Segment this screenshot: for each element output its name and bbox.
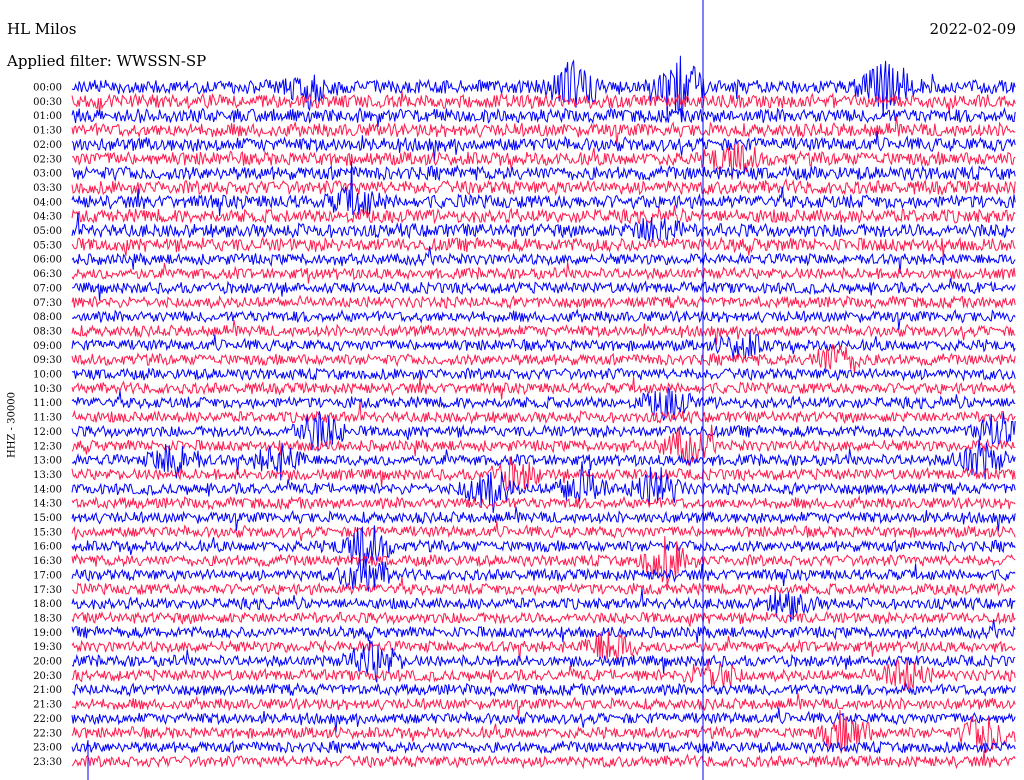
time-tick-0800: 08:00: [33, 312, 62, 323]
trace-row-0300: [71, 164, 1016, 182]
time-tick-1330: 13:30: [33, 470, 62, 481]
trace-row-1500: [71, 506, 1016, 532]
trace-row-1900: [71, 619, 1016, 643]
time-tick-0530: 05:30: [33, 240, 62, 251]
time-tick-0100: 01:00: [33, 111, 62, 122]
time-tick-2100: 21:00: [33, 685, 62, 696]
time-tick-1030: 10:30: [33, 384, 62, 395]
trace-row-1600: [71, 525, 1016, 569]
time-tick-1630: 16:30: [33, 556, 62, 567]
time-tick-1530: 15:30: [33, 527, 62, 538]
time-tick-1700: 17:00: [33, 570, 62, 581]
trace-row-0730: [71, 294, 1016, 310]
seismogram-plot: 00:00 00:30 01:00 01:30 02:00 02:30 03:00 03:30…: [33, 0, 1016, 780]
trace-row-0800: [71, 308, 1016, 330]
trace-row-0430: [71, 205, 1016, 225]
trace-row-1000: [71, 367, 1016, 382]
trace-row-1030: [71, 377, 1016, 400]
time-tick-2300: 23:00: [33, 743, 62, 754]
time-tick-1730: 17:30: [33, 585, 62, 596]
time-tick-1230: 12:30: [33, 441, 62, 452]
time-tick-1500: 15:00: [33, 513, 62, 524]
time-tick-0830: 08:30: [33, 326, 62, 337]
time-tick-0930: 09:30: [33, 355, 62, 366]
trace-row-1830: [71, 610, 1016, 627]
time-tick-0600: 06:00: [33, 255, 62, 266]
time-tick-0900: 09:00: [33, 341, 62, 352]
time-tick-1130: 11:30: [33, 413, 62, 424]
time-tick-1200: 12:00: [33, 427, 62, 438]
time-tick-0000: 00:00: [33, 83, 62, 94]
trace-row-2200: [71, 707, 1016, 733]
time-tick-1300: 13:00: [33, 456, 62, 467]
time-tick-1930: 19:30: [33, 642, 62, 653]
time-tick-2030: 20:30: [33, 671, 62, 682]
time-tick-1600: 16:00: [33, 542, 62, 553]
trace-row-1700: [71, 557, 1016, 592]
time-tick-0330: 03:30: [33, 183, 62, 194]
trace-row-0400: [71, 161, 1016, 217]
time-tick-0230: 02:30: [33, 154, 62, 165]
time-tick-0700: 07:00: [33, 283, 62, 294]
trace-row-1430: [71, 494, 1016, 511]
time-tick-0500: 05:00: [33, 226, 62, 237]
trace-row-2300: [71, 739, 1016, 755]
time-tick-0130: 01:30: [33, 126, 62, 137]
trace-row-0630: [71, 262, 1016, 284]
time-tick-0300: 03:00: [33, 169, 62, 180]
trace-row-1630: [71, 536, 1016, 587]
trace-row-2100: [71, 682, 1016, 698]
time-tick-0730: 07:30: [33, 298, 62, 309]
time-tick-1430: 14:30: [33, 499, 62, 510]
time-tick-2330: 23:30: [33, 757, 62, 768]
time-tick-1800: 18:00: [33, 599, 62, 610]
time-tick-1100: 11:00: [33, 398, 62, 409]
trace-row-2330: [71, 750, 1016, 770]
time-tick-2000: 20:00: [33, 657, 62, 668]
trace-row-0330: [71, 177, 1016, 197]
trace-row-1730: [71, 577, 1016, 597]
trace-row-0600: [71, 246, 1016, 274]
time-tick-2230: 22:30: [33, 728, 62, 739]
trace-row-0830: [71, 320, 1016, 346]
time-tick-0400: 04:00: [33, 197, 62, 208]
time-tick-1400: 14:00: [33, 484, 62, 495]
time-tick-labels: 00:00 00:30 01:00 01:30 02:00 02:30 03:00 03:30…: [33, 83, 62, 768]
time-tick-0430: 04:30: [33, 212, 62, 223]
time-tick-2130: 21:30: [33, 700, 62, 711]
time-tick-0030: 00:30: [33, 97, 62, 108]
time-tick-1000: 10:00: [33, 370, 62, 381]
trace-row-0530: [71, 236, 1016, 257]
time-tick-0200: 02:00: [33, 140, 62, 151]
trace-row-0700: [71, 278, 1016, 301]
time-tick-0630: 06:30: [33, 269, 62, 280]
trace-row-0100: [71, 106, 1016, 128]
time-tick-1830: 18:30: [33, 613, 62, 624]
time-tick-2200: 22:00: [33, 714, 62, 725]
time-tick-1900: 19:00: [33, 628, 62, 639]
trace-group: [71, 0, 1016, 780]
trace-row-2130: [71, 693, 1016, 718]
